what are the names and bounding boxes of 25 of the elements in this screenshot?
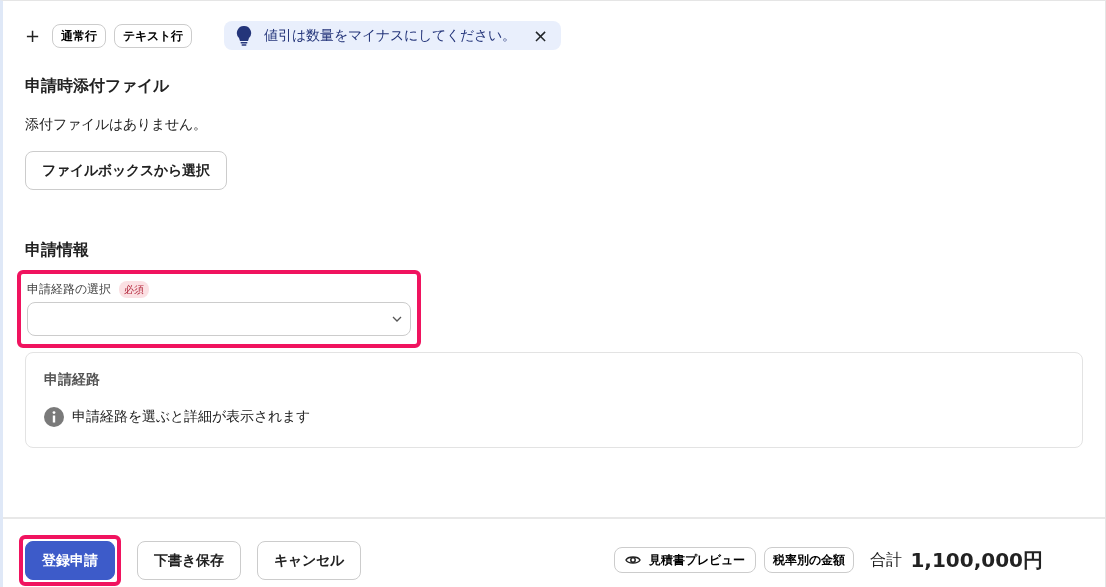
empty-message: 添付ファイルはありません。 <box>25 115 208 134</box>
info-text: 申請経路を選ぶと詳細が表示されます <box>72 407 310 426</box>
section-heading: 申請時添付ファイル <box>25 75 170 97</box>
close-button[interactable]: × <box>532 25 550 46</box>
panel-title: 申請経路 <box>44 370 101 389</box>
total-amount: 1,100,000円 <box>910 547 1043 574</box>
lightbulb-icon <box>236 25 253 46</box>
add-row-button[interactable]: 通常行 <box>52 23 107 48</box>
submit-button[interactable]: 登録申請 <box>25 540 115 580</box>
estimate-preview-button[interactable]: 見積書プレビュー <box>614 547 757 573</box>
route-select[interactable] <box>27 302 411 336</box>
eye-icon <box>625 554 642 566</box>
info-icon <box>44 406 64 427</box>
action-button[interactable]: キャンセル <box>257 540 361 580</box>
required-badge: 必須 <box>119 280 149 298</box>
chevron-down-icon <box>392 316 402 322</box>
add-icon[interactable]: + <box>25 22 41 49</box>
file-select-button[interactable]: ファイルボックスから選択 <box>25 151 227 190</box>
action-button[interactable]: 下書き保存 <box>137 540 241 580</box>
section-heading: 申請情報 <box>25 239 90 261</box>
tax-breakdown-button[interactable]: 税率別の金額 <box>764 547 855 573</box>
add-row-button[interactable]: テキスト行 <box>114 23 193 48</box>
total-label: 合計 <box>870 549 903 571</box>
field-label: 申請経路の選択 <box>27 281 111 298</box>
tip-text: 値引は数量をマイナスにしてください。 <box>264 26 517 45</box>
